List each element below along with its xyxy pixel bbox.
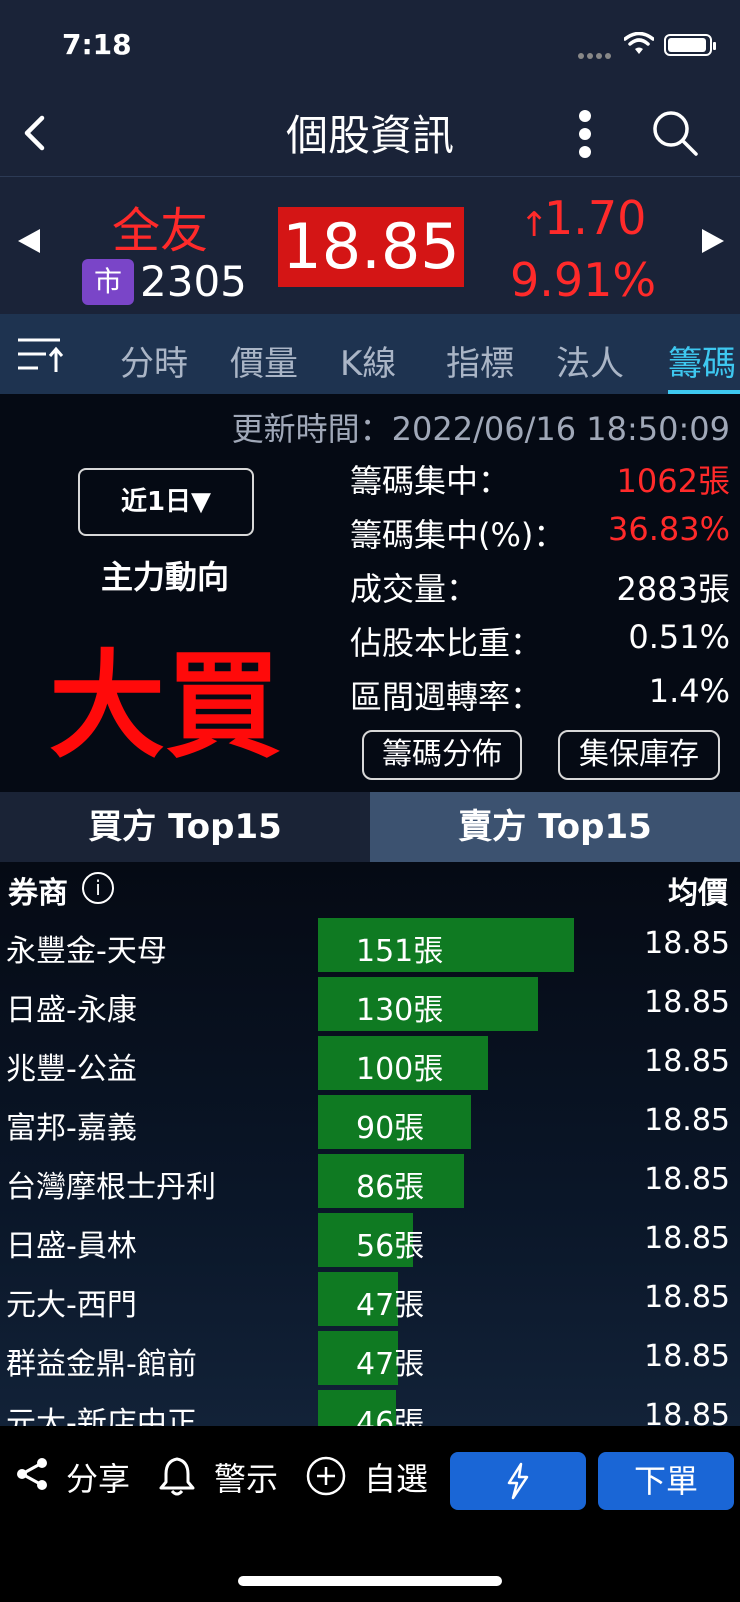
chip-concentration-pct-value: 36.83% [607, 510, 730, 548]
table-row[interactable]: 日盛-員林 56張 18.85 [0, 1211, 740, 1269]
table-row[interactable]: 元大-新店中正 46張 18.85 [0, 1388, 740, 1426]
home-indicator [238, 1576, 502, 1586]
quantity-label: 56張 [356, 1229, 425, 1264]
table-row[interactable]: 元大-西門 47張 18.85 [0, 1270, 740, 1328]
avg-price: 18.85 [644, 926, 730, 961]
quantity-label: 130張 [356, 993, 444, 1028]
period-dropdown[interactable]: 近1日▼ [78, 468, 254, 536]
tab-kline[interactable]: K線 [340, 336, 396, 385]
tab-indicators[interactable]: 指標 [446, 336, 514, 385]
alert-button[interactable]: 警示 [214, 1454, 278, 1500]
table-row[interactable]: 台灣摩根士丹利 86張 18.85 [0, 1152, 740, 1210]
capital-ratio-value: 0.51% [628, 618, 730, 656]
avg-price: 18.85 [644, 1162, 730, 1197]
avg-price: 18.85 [644, 1398, 730, 1426]
bell-icon[interactable] [158, 1456, 196, 1496]
update-time: 更新時間：2022/06/16 18:50:09 [231, 410, 730, 448]
next-stock-icon[interactable] [700, 227, 726, 255]
avg-price: 18.85 [644, 1103, 730, 1138]
table-row[interactable]: 永豐金-天母 151張 18.85 [0, 916, 740, 974]
status-time: 7:18 [62, 28, 132, 61]
capital-ratio-label: 佔股本比重： [350, 624, 543, 662]
tab-buyer-top15[interactable]: 買方 Top15 [0, 792, 370, 862]
tab-intraday[interactable]: 分時 [120, 336, 188, 385]
quantity-label: 46張 [356, 1406, 425, 1426]
market-badge: 市 [82, 259, 134, 305]
battery-icon [664, 34, 716, 56]
main-force-trend-value: 大買 [49, 639, 281, 774]
share-button[interactable]: 分享 [66, 1454, 130, 1500]
quantity-label: 100張 [356, 1052, 444, 1087]
quantity-label: 90張 [356, 1111, 425, 1146]
broker-name: 日盛-員林 [6, 1229, 137, 1264]
main-force-trend-label: 主力動向 [100, 558, 229, 596]
volume-value: 2883張 [616, 570, 730, 608]
watchlist-button[interactable]: 自選 [364, 1454, 428, 1500]
chip-distribution-button[interactable]: 籌碼分佈 [362, 730, 522, 780]
broker-name: 兆豐-公益 [6, 1052, 137, 1087]
share-icon[interactable] [14, 1456, 50, 1492]
quantity-label: 47張 [356, 1288, 425, 1323]
tab-institutional[interactable]: 法人 [556, 336, 624, 385]
add-circle-icon[interactable] [306, 1456, 346, 1496]
tab-price-volume[interactable]: 價量 [230, 336, 298, 385]
avg-price: 18.85 [644, 1044, 730, 1079]
column-header-broker: 券商 [8, 876, 68, 911]
tab-chips[interactable]: 籌碼 [668, 336, 736, 385]
avg-price: 18.85 [644, 985, 730, 1020]
quantity-label: 86張 [356, 1170, 425, 1205]
sort-menu-icon[interactable] [16, 332, 64, 376]
place-order-button[interactable]: 下單 [598, 1452, 734, 1510]
app-header: 個股資訊 [0, 88, 740, 176]
lightning-icon [507, 1462, 529, 1500]
info-tab-bar: 分時 價量 K線 指標 法人 籌碼 [0, 314, 740, 394]
broker-table[interactable]: 券商 i 均價 永豐金-天母 151張 18.85 日盛-永康 130張 18.85 兆豐-… [0, 862, 740, 1426]
volume-label: 成交量： [350, 570, 479, 608]
status-bar: 7:18 [0, 0, 740, 88]
turnover-rate-label: 區間週轉率： [350, 678, 543, 716]
chip-concentration-label: 籌碼集中： [350, 462, 511, 500]
tab-seller-top15[interactable]: 賣方 Top15 [370, 792, 740, 862]
stock-quote-panel: 全友 市 2305 18.85 ↑ 1.70 9.91% [0, 176, 740, 314]
info-icon[interactable]: i [82, 872, 114, 904]
avg-price: 18.85 [644, 1339, 730, 1374]
broker-name: 富邦-嘉義 [6, 1111, 137, 1146]
broker-name: 永豐金-天母 [6, 934, 167, 969]
table-row[interactable]: 兆豐-公益 100張 18.85 [0, 1034, 740, 1092]
chip-summary: 更新時間：2022/06/16 18:50:09 近1日▼ 主力動向 大買 籌碼… [0, 394, 740, 792]
table-row[interactable]: 日盛-永康 130張 18.85 [0, 975, 740, 1033]
quantity-label: 151張 [356, 934, 444, 969]
price-change: 1.70 [544, 191, 647, 245]
bottom-action-bar: 分享 警示 自選 下單 [0, 1426, 740, 1602]
chip-concentration-pct-label: 籌碼集中(%)： [350, 516, 566, 554]
stock-price: 18.85 [278, 207, 464, 287]
avg-price: 18.85 [644, 1221, 730, 1256]
broker-name: 日盛-永康 [6, 993, 137, 1028]
avg-price: 18.85 [644, 1280, 730, 1315]
table-row[interactable]: 群益金鼎-館前 47張 18.85 [0, 1329, 740, 1387]
price-change-percent: 9.91% [510, 253, 657, 307]
wifi-icon [624, 32, 654, 54]
broker-name: 群益金鼎-館前 [6, 1347, 197, 1382]
quick-order-button[interactable] [450, 1452, 586, 1510]
column-header-avg-price: 均價 [668, 876, 728, 911]
quantity-label: 47張 [356, 1347, 425, 1382]
broker-name: 台灣摩根士丹利 [6, 1170, 216, 1205]
top15-tabs: 買方 Top15 賣方 Top15 [0, 792, 740, 862]
custody-inventory-button[interactable]: 集保庫存 [558, 730, 720, 780]
table-row[interactable]: 富邦-嘉義 90張 18.85 [0, 1093, 740, 1151]
broker-name: 元大-新店中正 [6, 1406, 197, 1426]
signal-icon [578, 44, 618, 59]
chip-concentration-value: 1062張 [616, 462, 730, 500]
turnover-rate-value: 1.4% [648, 672, 730, 710]
stock-code: 2305 [140, 257, 247, 306]
previous-stock-icon[interactable] [16, 227, 42, 255]
more-options-icon[interactable] [570, 106, 600, 160]
page-title: 個股資訊 [285, 111, 454, 160]
search-icon[interactable] [650, 108, 700, 158]
stock-name: 全友 [112, 203, 209, 259]
broker-name: 元大-西門 [6, 1288, 137, 1323]
